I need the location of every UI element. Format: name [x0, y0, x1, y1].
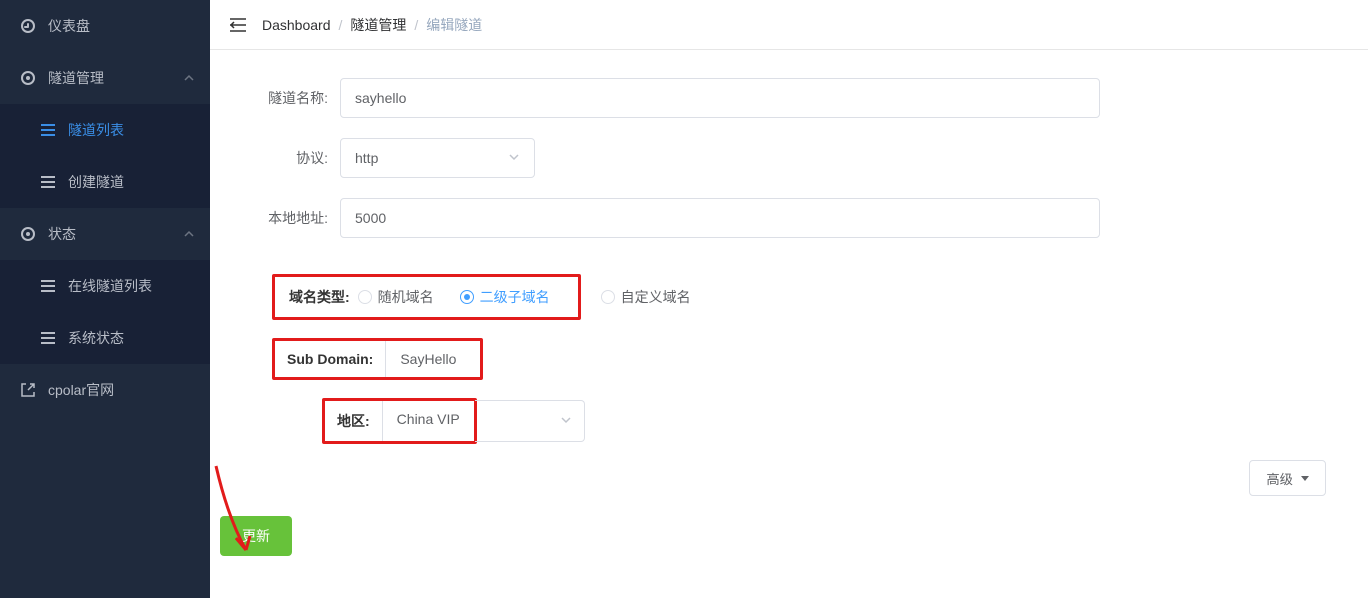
dashboard-icon: [20, 18, 36, 34]
breadcrumb-dashboard[interactable]: Dashboard: [262, 17, 331, 33]
list-icon: [40, 122, 56, 138]
topbar: Dashboard / 隧道管理 / 编辑隧道: [210, 0, 1368, 50]
sidebar: 仪表盘 隧道管理 隧道列表 创建隧道 状态: [0, 0, 210, 598]
sidebar-item-cpolar-site[interactable]: cpolar官网: [0, 364, 210, 416]
tunnel-name-label: 隧道名称:: [240, 88, 340, 108]
update-label: 更新: [242, 528, 270, 544]
radio-custom-domain[interactable]: 自定义域名: [601, 287, 691, 307]
breadcrumb-separator: /: [339, 17, 343, 33]
subdomain-input[interactable]: SayHello: [386, 341, 480, 377]
breadcrumb-tunnel-mgmt[interactable]: 隧道管理: [350, 15, 406, 35]
external-link-icon: [20, 382, 36, 398]
domain-type-label: 域名类型:: [289, 287, 350, 307]
collapse-sidebar-icon[interactable]: [228, 16, 248, 34]
row-region: 地区: China VIP: [322, 398, 1338, 444]
list-icon: [40, 174, 56, 190]
tunnel-name-input[interactable]: [340, 78, 1100, 118]
sidebar-item-online-tunnels[interactable]: 在线隧道列表: [0, 260, 210, 312]
local-addr-label: 本地地址:: [240, 208, 340, 228]
sidebar-item-create-tunnel[interactable]: 创建隧道: [0, 156, 210, 208]
sidebar-system-status-label: 系统状态: [68, 328, 124, 348]
subdomain-highlight: Sub Domain: SayHello: [272, 338, 483, 380]
protocol-label: 协议:: [240, 148, 340, 168]
breadcrumb: Dashboard / 隧道管理 / 编辑隧道: [262, 15, 482, 35]
main: Dashboard / 隧道管理 / 编辑隧道 隧道名称: 协议: http 本…: [210, 0, 1368, 598]
chevron-down-icon: [560, 413, 572, 429]
radio-icon: [601, 290, 615, 304]
triangle-down-icon: [1301, 476, 1309, 481]
sidebar-online-tunnels-label: 在线隧道列表: [68, 276, 152, 296]
sidebar-item-tunnel-mgmt[interactable]: 隧道管理: [0, 52, 210, 104]
radio-checked-icon: [460, 290, 474, 304]
chevron-up-icon: [184, 70, 194, 86]
chevron-up-icon: [184, 226, 194, 242]
row-subdomain: Sub Domain: SayHello: [240, 338, 1338, 380]
sidebar-item-tunnel-list[interactable]: 隧道列表: [0, 104, 210, 156]
protocol-value: http: [355, 150, 378, 166]
sidebar-cpolar-label: cpolar官网: [48, 380, 114, 400]
domain-type-highlight: 域名类型: 随机域名 二级子域名: [272, 274, 581, 320]
radio-custom-label: 自定义域名: [621, 287, 691, 307]
sidebar-tunnel-list-label: 隧道列表: [68, 120, 124, 140]
chevron-down-icon: [508, 150, 520, 166]
radio-icon: [358, 290, 372, 304]
sidebar-item-status[interactable]: 状态: [0, 208, 210, 260]
row-domain-type: 域名类型: 随机域名 二级子域名 自定义域名: [272, 274, 1338, 320]
region-select[interactable]: [475, 400, 585, 442]
breadcrumb-separator: /: [414, 17, 418, 33]
radio-random-domain[interactable]: 随机域名: [358, 287, 434, 307]
sidebar-item-system-status[interactable]: 系统状态: [0, 312, 210, 364]
sidebar-dashboard-label: 仪表盘: [48, 16, 90, 36]
row-local-addr: 本地地址:: [240, 198, 1338, 238]
breadcrumb-current: 编辑隧道: [426, 15, 482, 35]
sidebar-create-tunnel-label: 创建隧道: [68, 172, 124, 192]
list-icon: [40, 330, 56, 346]
radio-subdomain-label: 二级子域名: [480, 287, 550, 307]
subdomain-label: Sub Domain:: [275, 341, 386, 377]
advanced-label: 高级: [1266, 469, 1293, 488]
tunnel-icon: [20, 70, 36, 86]
radio-random-label: 随机域名: [378, 287, 434, 307]
status-icon: [20, 226, 36, 242]
sidebar-tunnel-mgmt-label: 隧道管理: [48, 68, 104, 88]
row-protocol: 协议: http: [240, 138, 1338, 178]
radio-subdomain[interactable]: 二级子域名: [460, 287, 550, 307]
local-addr-input[interactable]: [340, 198, 1100, 238]
row-tunnel-name: 隧道名称:: [240, 78, 1338, 118]
region-label: 地区:: [325, 401, 383, 441]
sidebar-status-label: 状态: [48, 224, 76, 244]
domain-type-radios: 随机域名 二级子域名: [358, 287, 550, 307]
content: 隧道名称: 协议: http 本地地址: 域名类型:: [210, 50, 1368, 598]
region-value: China VIP: [383, 401, 474, 441]
sidebar-item-dashboard[interactable]: 仪表盘: [0, 0, 210, 52]
protocol-select[interactable]: http: [340, 138, 535, 178]
update-button[interactable]: 更新: [220, 516, 292, 556]
region-highlight: 地区: China VIP: [322, 398, 477, 444]
advanced-button[interactable]: 高级: [1249, 460, 1326, 496]
list-icon: [40, 278, 56, 294]
